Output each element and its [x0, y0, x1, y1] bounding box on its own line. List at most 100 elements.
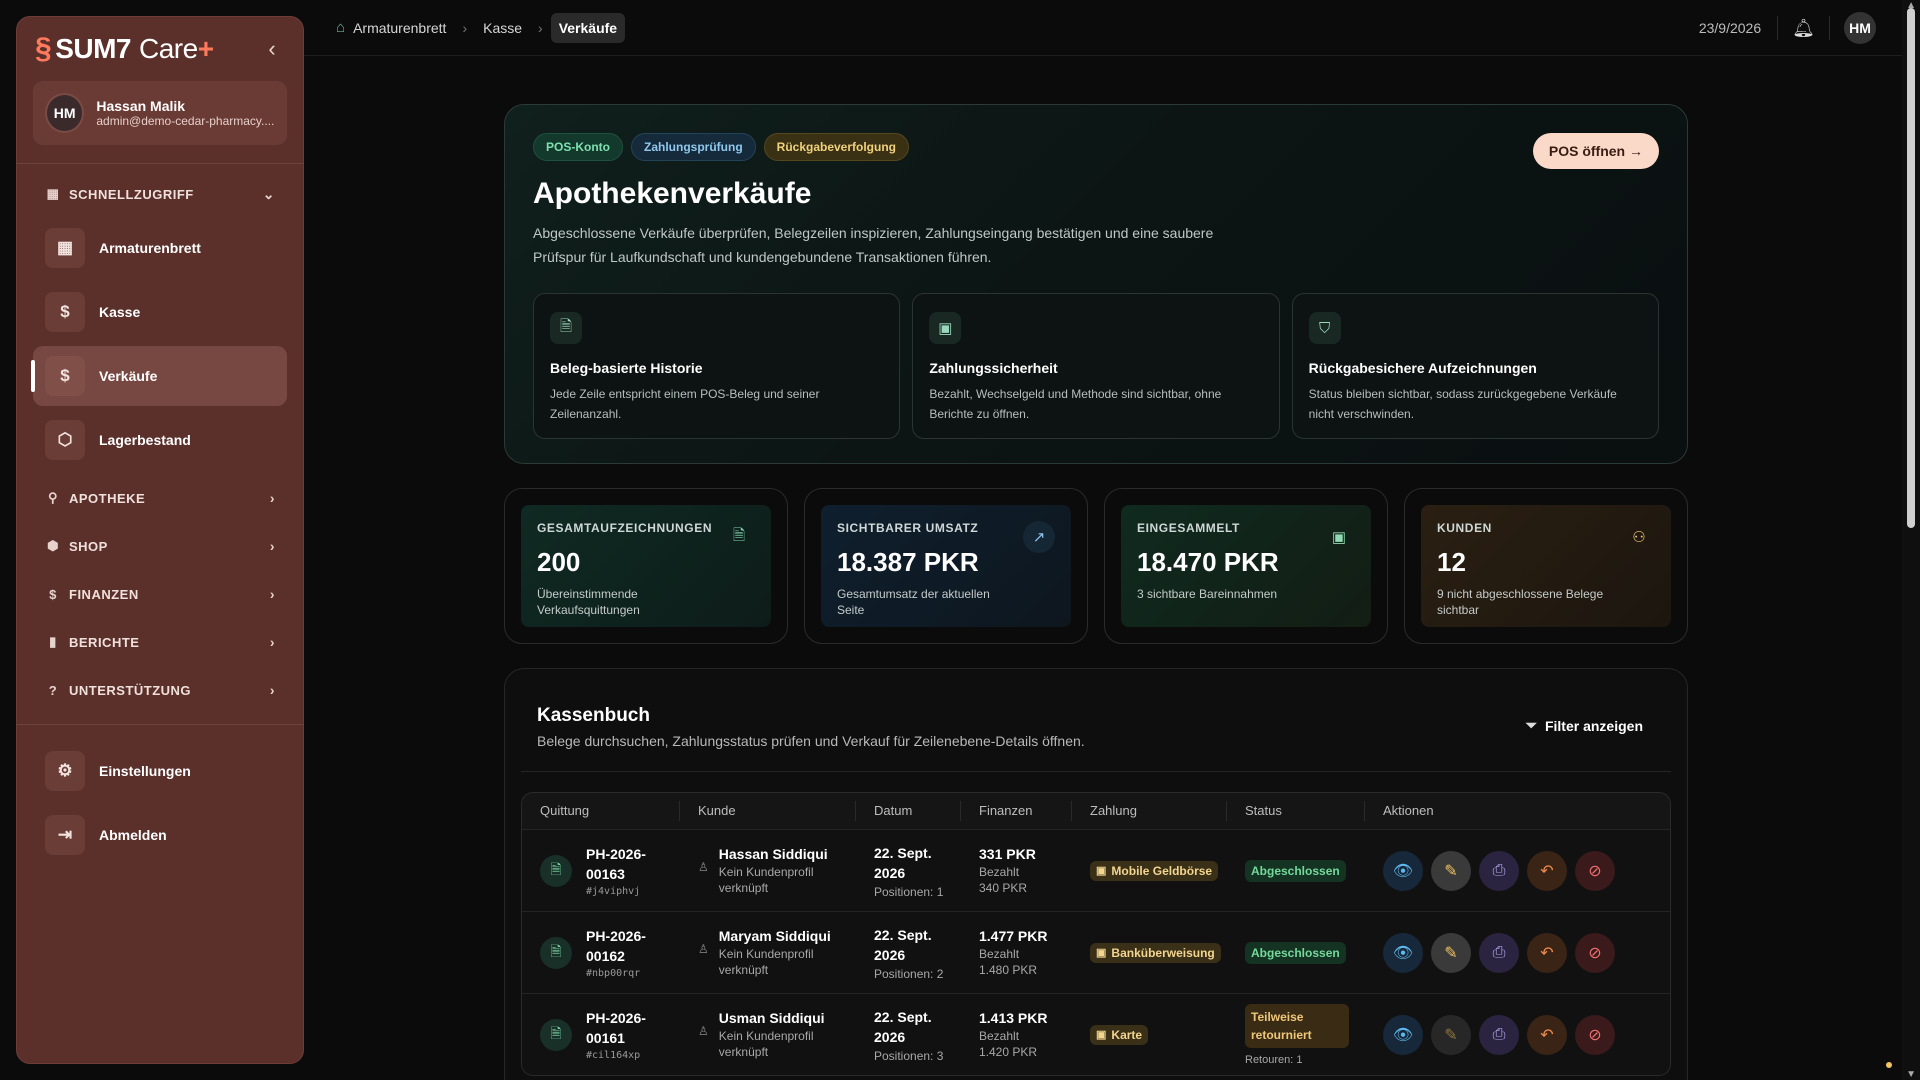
paid-amount: 340 PKR — [979, 880, 1028, 895]
chevron-right-icon: › — [269, 586, 275, 602]
chevron-right-icon: › — [269, 538, 275, 554]
return-button[interactable]: ↶ — [1527, 932, 1567, 973]
ban-icon: ⊘ — [1588, 1026, 1602, 1044]
logout-icon: ⇥ — [45, 815, 85, 855]
receipt-hash: #nbp00rqr — [586, 968, 641, 979]
open-pos-button[interactable]: POS öffnen → — [1532, 133, 1659, 169]
breadcrumb-label: Verkäufe — [558, 19, 618, 36]
section-pharmacy[interactable]: ⚲ APOTHEKE › — [17, 474, 303, 522]
user-card[interactable]: HM Hassan Malik admin@demo-cedar-pharmac… — [33, 81, 287, 145]
stat-card-collected: EINGESAMMELT 18.470 PKR 3 sichtbare Bare… — [1104, 488, 1388, 644]
paid-label: Bezahlt — [979, 1028, 1020, 1043]
customer-note: Kein Kundenprofil verknüpft — [718, 864, 814, 895]
table-row[interactable]: 🗎︎ PH-2026-00163 #j4viphvj ♙ Hassan Sidd… — [522, 829, 1670, 911]
stat-label: SICHTBARER UMSATZ — [837, 521, 979, 535]
status-dot — [1886, 1062, 1892, 1068]
sale-amount: 1.477 PKR — [979, 927, 1048, 944]
customer-note: Kein Kundenprofil verknüpft — [718, 1028, 814, 1059]
receipt-number[interactable]: PH-2026-00161 — [586, 1008, 666, 1048]
view-button[interactable]: 👁︎ — [1383, 850, 1423, 891]
sidebar-item-label: Einstellungen — [99, 763, 191, 779]
status-badge: Abgeschlossen — [1245, 941, 1346, 964]
section-shop[interactable]: ⬢ SHOP › — [17, 522, 303, 570]
void-button[interactable]: ⊘ — [1575, 1014, 1615, 1055]
view-button[interactable]: 👁︎ — [1383, 932, 1423, 973]
page-title: Apothekenverkäufe — [533, 177, 812, 210]
stat-value: 12 — [1437, 547, 1466, 577]
divider — [17, 163, 303, 164]
receipt-icon: 🗎︎ — [550, 312, 582, 344]
breadcrumb-pos[interactable]: Kasse — [475, 13, 530, 43]
section-finance[interactable]: $ FINANZEN › — [17, 570, 303, 618]
return-button[interactable]: ↶ — [1527, 850, 1567, 891]
users-icon: ⚇ — [1632, 529, 1646, 546]
tag-pos-account: POS-Konto — [533, 133, 623, 161]
print-button[interactable]: ⎙ — [1479, 932, 1519, 973]
receipt-number[interactable]: PH-2026-00162 — [586, 926, 666, 966]
arrow-right-icon: → — [1629, 143, 1643, 159]
home-icon: ⌂ — [336, 19, 346, 36]
chevron-right-icon: › — [269, 634, 275, 650]
sidebar-item-sales[interactable]: $ Verkäufe — [31, 346, 287, 406]
void-button[interactable]: ⊘ — [1575, 850, 1615, 891]
scroll-down-icon[interactable]: ▼ — [1906, 1069, 1916, 1080]
paid-label: Bezahlt — [979, 946, 1020, 961]
show-filters-button[interactable]: ⏷ Filter anzeigen — [1526, 717, 1643, 734]
pill-icon: ⚲ — [47, 490, 59, 505]
dollar-icon: $ — [49, 586, 57, 602]
void-button[interactable]: ⊘ — [1575, 932, 1615, 973]
column-header: Datum — [856, 801, 961, 821]
ledger-panel: Kassenbuch Belege durchsuchen, Zahlungss… — [504, 668, 1688, 1080]
avatar[interactable]: HM — [1844, 12, 1876, 44]
section-quick-access[interactable]: ▦ SCHNELLZUGRIFF ⌄ — [17, 170, 303, 218]
avatar: HM — [45, 93, 85, 133]
cash-register-icon: $ — [45, 292, 85, 332]
section-label: UNTERSTÜTZUNG — [69, 682, 192, 698]
section-reports[interactable]: ▮ BERICHTE › — [17, 618, 303, 666]
scrollbar[interactable]: ▲ ▼ — [1902, 0, 1920, 1080]
user-icon: ♙ — [698, 859, 709, 874]
column-header: Finanzen — [961, 801, 1072, 821]
receipt-icon: 🗎︎ — [540, 1018, 572, 1051]
breadcrumb-sales[interactable]: Verkäufe — [550, 12, 626, 43]
print-button[interactable]: ⎙ — [1479, 1014, 1519, 1055]
bell-icon[interactable]: 🔔︎ — [1792, 18, 1815, 39]
sidebar-item-inventory[interactable]: ⬡ Lagerbestand — [33, 410, 287, 470]
collapse-sidebar-button[interactable]: ‹ — [259, 36, 285, 62]
help-icon: ? — [48, 682, 58, 698]
receipt-icon: 🗎︎ — [732, 526, 746, 544]
printer-icon: ⎙ — [1492, 943, 1506, 961]
feature-card: ▣ Zahlungssicherheit Bezahlt, Wechselgel… — [912, 293, 1280, 439]
brand-plus: + — [197, 33, 214, 64]
section-support[interactable]: ? UNTERSTÜTZUNG › — [17, 666, 303, 714]
table-header: Quittung Kunde Datum Finanzen Zahlung St… — [522, 793, 1670, 829]
edit-button[interactable]: ✎ — [1431, 1014, 1471, 1055]
sidebar-item-label: Verkäufe — [99, 368, 158, 384]
tag-payment-check: Zahlungsprüfung — [631, 133, 756, 161]
scrollbar-thumb[interactable] — [1907, 8, 1915, 528]
view-button[interactable]: 👁︎ — [1383, 1014, 1423, 1055]
table-row[interactable]: 🗎︎ PH-2026-00162 #nbp00rqr ♙ Maryam Sidd… — [522, 911, 1670, 993]
chevron-left-icon: ‹ — [268, 36, 276, 61]
stat-card-customers: KUNDEN 12 9 nicht abgeschlossene Belege … — [1404, 488, 1688, 644]
return-button[interactable]: ↶ — [1527, 1014, 1567, 1055]
bank-icon: ▣ — [1096, 947, 1107, 959]
edit-button[interactable]: ✎ — [1431, 932, 1471, 973]
table-row[interactable]: 🗎︎ PH-2026-00161 #cil164xp ♙ Usman Siddi… — [522, 993, 1670, 1075]
eye-icon: 👁︎ — [1392, 1026, 1414, 1044]
position-count: Positionen: 2 — [874, 966, 944, 981]
sidebar-item-pos[interactable]: $ Kasse — [33, 282, 287, 342]
sidebar-item-logout[interactable]: ⇥ Abmelden — [33, 805, 287, 865]
receipt-number[interactable]: PH-2026-00163 — [586, 844, 666, 884]
sidebar-item-dashboard[interactable]: ▦ Armaturenbrett — [33, 218, 287, 278]
breadcrumb-dashboard[interactable]: ⌂ Armaturenbrett — [328, 13, 454, 43]
payment-method: Mobile Geldbörse — [1111, 863, 1213, 878]
edit-button[interactable]: ✎ — [1431, 850, 1471, 891]
sidebar-item-settings[interactable]: ⚙ Einstellungen — [33, 741, 287, 801]
print-button[interactable]: ⎙ — [1479, 850, 1519, 891]
feature-desc: Status bleiben sichtbar, sodass zurückge… — [1308, 387, 1617, 421]
divider — [17, 724, 303, 725]
stat-value: 200 — [537, 547, 581, 577]
user-icon: ♙ — [698, 941, 709, 956]
breadcrumb-label: Kasse — [483, 19, 523, 36]
